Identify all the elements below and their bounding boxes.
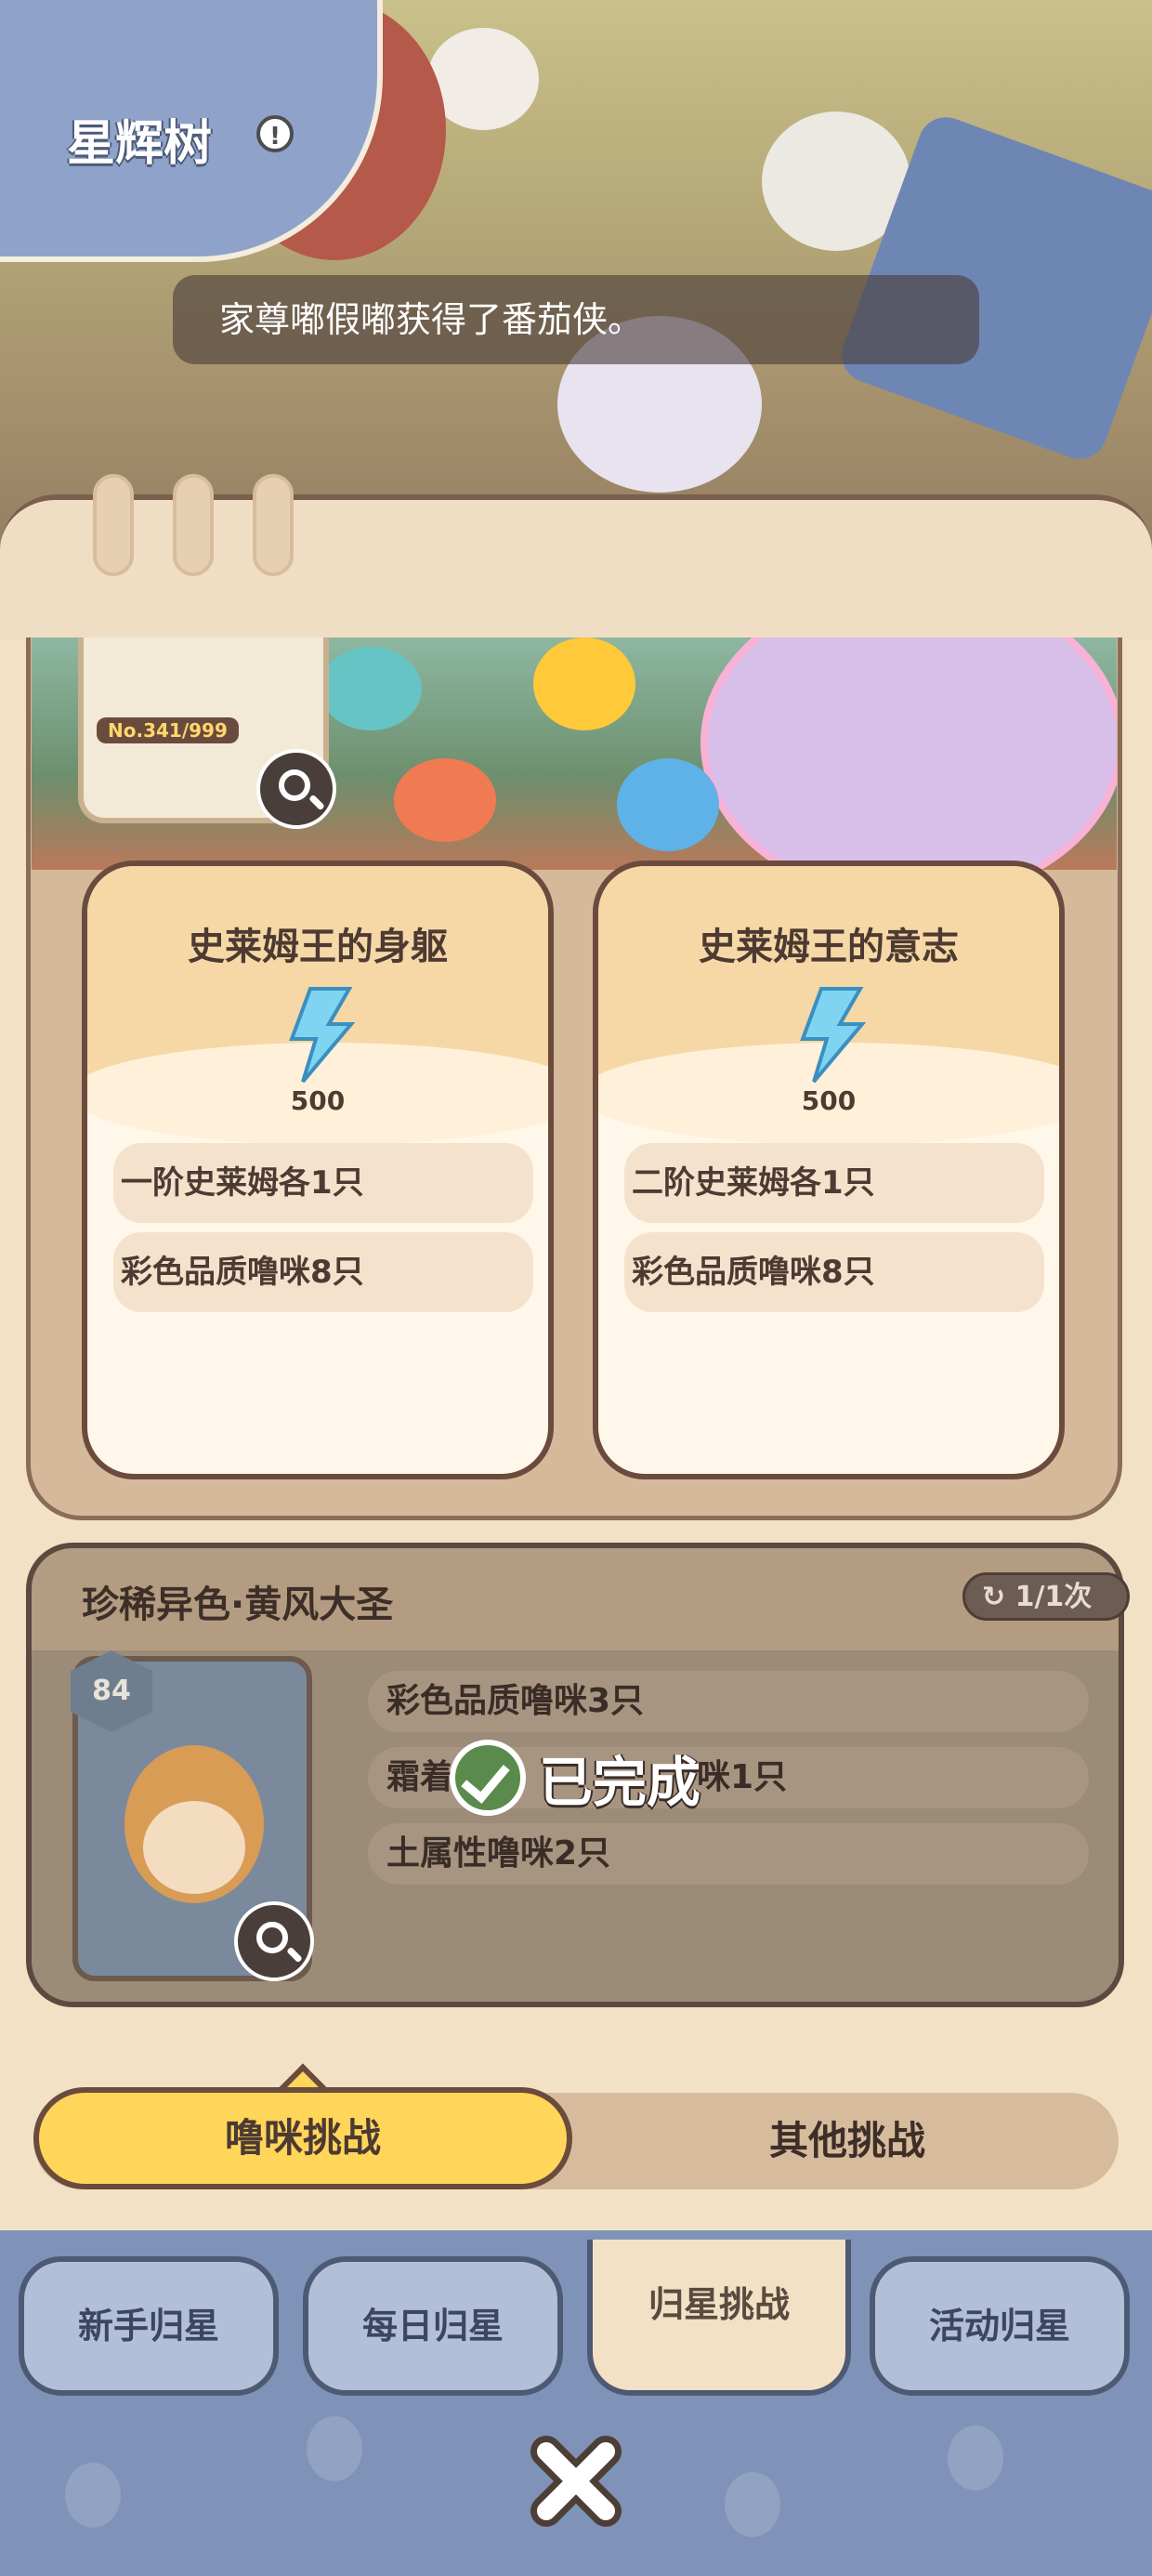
completed-label: 已完成 [539, 1751, 701, 1814]
requirement-item: 彩色品质噜咪8只 [624, 1232, 1044, 1312]
pawprint-decoration [65, 2463, 121, 2528]
check-icon [450, 1740, 526, 1816]
notebook-ring [93, 474, 134, 576]
requirement-item: 二阶史莱姆各1只 [624, 1143, 1044, 1223]
notebook-ring [253, 474, 294, 576]
nav-challenge[interactable]: 归星挑战 [587, 2240, 851, 2396]
attempts-count: 1/1次 [1015, 1581, 1093, 1613]
nav-daily[interactable]: 每日归星 [303, 2256, 563, 2396]
yellow-slime [533, 637, 635, 730]
rare-challenge-title: 珍稀异色·黄风大圣 [82, 1584, 394, 1626]
task-card[interactable]: 史莱姆王的身躯 500 一阶史莱姆各1只 彩色品质噜咪8只 [82, 861, 554, 1479]
teal-slime [320, 647, 422, 730]
task-card-title: 史莱姆王的身躯 [188, 926, 448, 968]
hamster-belly [143, 1801, 245, 1894]
requirement-text-end: 咪1只 [697, 1758, 788, 1796]
requirement-item: 彩色品质噜咪8只 [113, 1232, 533, 1312]
requirement-text-start: 霜着 [386, 1758, 454, 1796]
reward-value: 500 [801, 1085, 857, 1116]
reward-value: 500 [290, 1085, 346, 1116]
tab-other-challenge[interactable]: 其他挑战 [576, 2093, 1119, 2189]
notebook-ring [173, 474, 214, 576]
broadcast-notice: 家尊嘟假嘟获得了番茄侠。 [173, 275, 979, 364]
slime-king [700, 637, 1117, 870]
refresh-icon: ↻ [982, 1581, 1015, 1613]
zoom-icon[interactable] [234, 1901, 314, 1981]
info-icon[interactable]: ! [256, 115, 294, 152]
completed-stamp: 已完成 [450, 1736, 700, 1820]
close-icon[interactable] [520, 2425, 632, 2537]
requirement-item: 一阶史莱姆各1只 [113, 1143, 533, 1223]
pawprint-decoration [948, 2425, 1003, 2491]
task-card[interactable]: 史莱姆王的意志 500 二阶史莱姆各1只 彩色品质噜咪8只 [593, 861, 1065, 1479]
notice-text: 家尊嘟假嘟获得了番茄侠。 [219, 299, 644, 340]
requirement-item: 彩色品质噜咪3只 [368, 1671, 1089, 1732]
tab-lumi-challenge[interactable]: 噜咪挑战 [33, 2087, 572, 2189]
nav-newbie[interactable]: 新手归星 [19, 2256, 279, 2396]
page-title: 星辉树 [67, 116, 213, 172]
blue-slime [617, 758, 719, 851]
pawprint-decoration [725, 2472, 780, 2537]
nav-event[interactable]: 活动归星 [870, 2256, 1130, 2396]
portrait-number: No.341/999 [97, 717, 239, 743]
red-slime [394, 758, 496, 842]
lightning-gem-icon [800, 987, 866, 1084]
task-card-title: 史莱姆王的意志 [699, 926, 959, 968]
pawprint-decoration [307, 2416, 362, 2481]
lightning-gem-icon [289, 987, 355, 1084]
attempts-badge: ↻ 1/1次 [962, 1572, 1130, 1621]
zoom-icon[interactable] [256, 749, 336, 829]
requirement-item: 土属性噜咪2只 [368, 1823, 1089, 1885]
